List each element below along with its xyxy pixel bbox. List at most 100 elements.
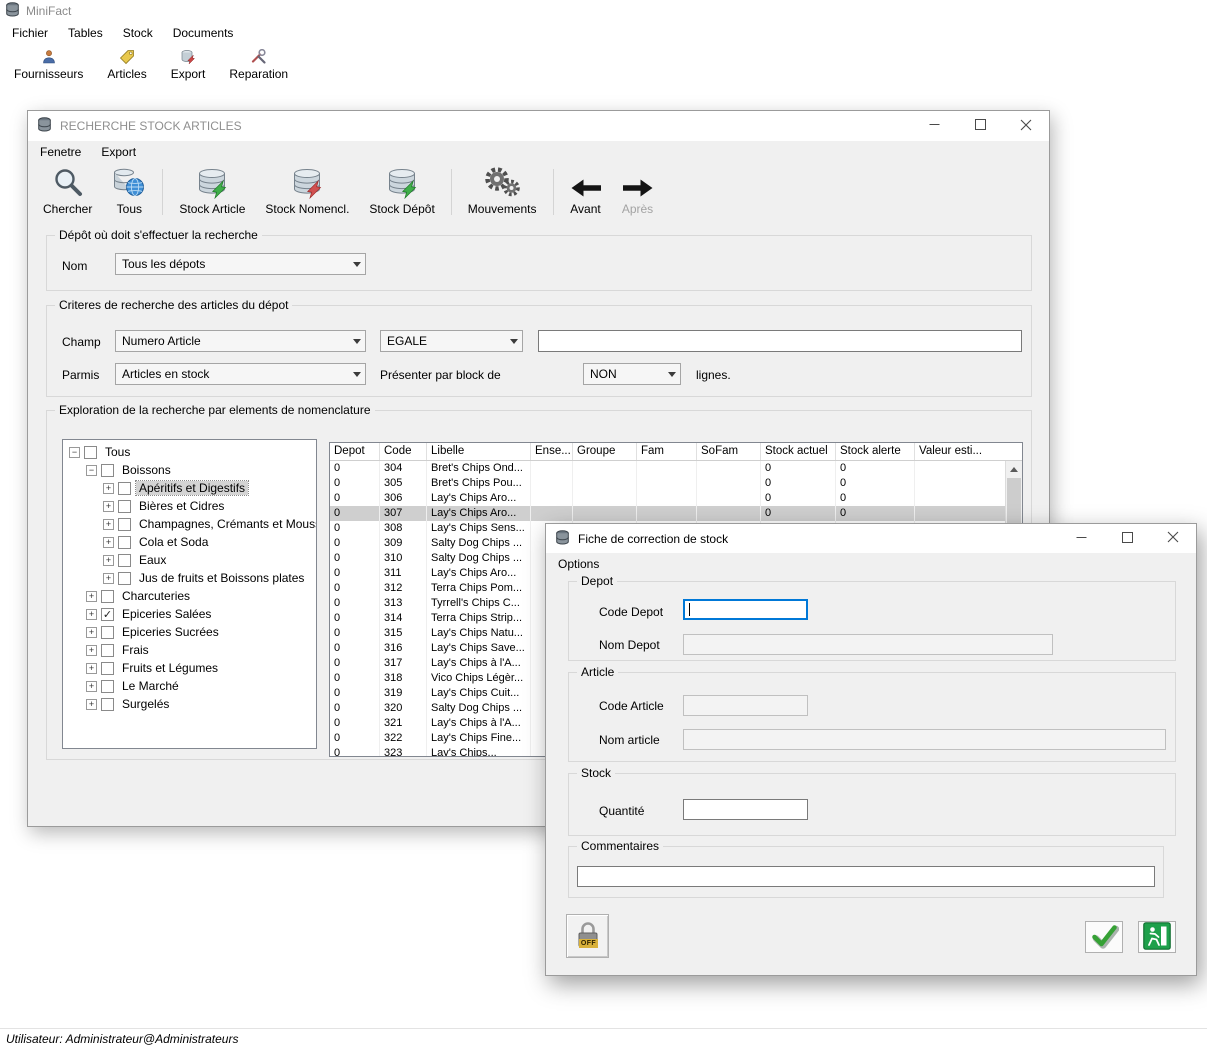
tree-item-eaux[interactable]: + Eaux	[63, 551, 316, 569]
expand-icon[interactable]: +	[86, 681, 97, 692]
column-header-valeur-esti[interactable]: Valeur esti...	[915, 443, 1005, 460]
search-menu-export[interactable]: Export	[91, 143, 146, 161]
toolbar-stock-nomencl[interactable]: Stock Nomencl.	[256, 165, 358, 219]
menu-fichier[interactable]: Fichier	[2, 24, 58, 42]
column-header-code[interactable]: Code	[380, 443, 427, 460]
scrollbar-thumb[interactable]	[1007, 478, 1021, 526]
comments-input[interactable]	[577, 866, 1155, 887]
tree-checkbox[interactable]	[101, 662, 114, 675]
code-depot-input[interactable]	[683, 599, 808, 620]
tree-item-champagnes-cremants-et-mouss[interactable]: + Champagnes, Crémants et Mouss...	[63, 515, 316, 533]
tree-item-boissons[interactable]: − Boissons	[63, 461, 316, 479]
toolbar-articles[interactable]: Articles	[97, 45, 156, 83]
search-value-input[interactable]	[538, 330, 1022, 352]
tree-item-charcuteries[interactable]: + Charcuteries	[63, 587, 316, 605]
column-header-stock-alerte[interactable]: Stock alerte	[836, 443, 915, 460]
tree-item-aperitifs-et-digestifs[interactable]: + Apéritifs et Digestifs	[63, 479, 316, 497]
toolbar-tous[interactable]: Tous	[103, 165, 155, 219]
collapse-icon[interactable]: −	[86, 465, 97, 476]
tree-checkbox[interactable]	[118, 554, 131, 567]
toolbar-stock-article[interactable]: Stock Article	[170, 165, 254, 219]
dialog-maximize-button[interactable]	[1104, 524, 1150, 553]
tree-checkbox[interactable]	[101, 464, 114, 477]
expand-icon[interactable]: +	[103, 555, 114, 566]
tree-item-cola-et-soda[interactable]: + Cola et Soda	[63, 533, 316, 551]
search-window-titlebar[interactable]: RECHERCHE STOCK ARTICLES	[28, 111, 1049, 141]
toolbar-export[interactable]: Export	[161, 45, 216, 83]
expand-icon[interactable]: +	[103, 519, 114, 530]
column-header-depot[interactable]: Depot	[330, 443, 380, 460]
dialog-titlebar[interactable]: Fiche de correction de stock	[546, 524, 1196, 553]
expand-icon[interactable]: +	[86, 627, 97, 638]
toolbar-stock-depot[interactable]: Stock Dépôt	[360, 165, 443, 219]
close-button[interactable]	[1003, 111, 1049, 141]
champ-select[interactable]: Numero Article	[115, 330, 366, 352]
tree-item-epiceries-salees[interactable]: + ✓ Epiceries Salées	[63, 605, 316, 623]
lock-toggle-button[interactable]: OFF	[566, 914, 609, 958]
expand-icon[interactable]: +	[103, 501, 114, 512]
expand-icon[interactable]: +	[103, 573, 114, 584]
minimize-button[interactable]	[911, 111, 957, 141]
tree-item-fruits-et-legumes[interactable]: + Fruits et Légumes	[63, 659, 316, 677]
column-header-libelle[interactable]: Libelle	[427, 443, 531, 460]
expand-icon[interactable]: +	[86, 663, 97, 674]
menu-stock[interactable]: Stock	[113, 24, 163, 42]
table-row[interactable]: 0307Lay's Chips Aro...00	[330, 506, 1005, 521]
quantity-input[interactable]	[683, 799, 808, 820]
tree-checkbox[interactable]	[118, 500, 131, 513]
parmis-select[interactable]: Articles en stock	[115, 363, 366, 385]
tree-checkbox[interactable]	[101, 680, 114, 693]
toolbar-chercher[interactable]: Chercher	[34, 165, 101, 219]
column-header-ense[interactable]: Ense...	[531, 443, 573, 460]
tree-checkbox[interactable]	[118, 536, 131, 549]
tree-item-jus-de-fruits-et-boissons-plates[interactable]: + Jus de fruits et Boissons plates	[63, 569, 316, 587]
column-header-fam[interactable]: Fam	[637, 443, 697, 460]
tree-checkbox[interactable]	[118, 482, 131, 495]
table-row[interactable]: 0304Bret's Chips Ond...00	[330, 461, 1005, 476]
operator-select[interactable]: EGALE	[380, 330, 523, 352]
exit-button[interactable]	[1138, 921, 1176, 953]
tree-item-tous[interactable]: − Tous	[63, 443, 316, 461]
menu-tables[interactable]: Tables	[58, 24, 113, 42]
tree-item-surgeles[interactable]: + Surgelés	[63, 695, 316, 713]
expand-icon[interactable]: +	[86, 645, 97, 656]
tree-item-epiceries-sucrees[interactable]: + Epiceries Sucrées	[63, 623, 316, 641]
column-header-stock-actuel[interactable]: Stock actuel	[761, 443, 836, 460]
toolbar-fournisseurs[interactable]: Fournisseurs	[4, 45, 93, 83]
collapse-icon[interactable]: −	[69, 447, 80, 458]
dialog-minimize-button[interactable]	[1058, 524, 1104, 553]
search-menu-fenetre[interactable]: Fenetre	[30, 143, 91, 161]
dialog-menu-options[interactable]: Options	[548, 555, 609, 573]
tree-checkbox[interactable]	[84, 446, 97, 459]
expand-icon[interactable]: +	[103, 537, 114, 548]
tree-checkbox[interactable]	[101, 644, 114, 657]
expand-icon[interactable]: +	[86, 699, 97, 710]
expand-icon[interactable]: +	[86, 609, 97, 620]
toolbar-apres[interactable]: Après	[613, 165, 663, 219]
tree-checkbox[interactable]	[118, 572, 131, 585]
expand-icon[interactable]: +	[103, 483, 114, 494]
menu-documents[interactable]: Documents	[163, 24, 244, 42]
scroll-up-icon[interactable]	[1006, 461, 1022, 477]
table-row[interactable]: 0306Lay's Chips Aro...00	[330, 491, 1005, 506]
tree-checkbox[interactable]	[101, 626, 114, 639]
maximize-button[interactable]	[957, 111, 1003, 141]
depot-select[interactable]: Tous les dépots	[115, 253, 366, 275]
tree-item-frais[interactable]: + Frais	[63, 641, 316, 659]
toolbar-reparation[interactable]: Reparation	[219, 45, 298, 83]
tree-checkbox[interactable]: ✓	[101, 608, 114, 621]
toolbar-mouvements[interactable]: Mouvements	[459, 165, 546, 219]
tree-checkbox[interactable]	[101, 698, 114, 711]
tree-item-bieres-et-cidres[interactable]: + Bières et Cidres	[63, 497, 316, 515]
tree-checkbox[interactable]	[118, 518, 131, 531]
expand-icon[interactable]: +	[86, 591, 97, 602]
dialog-close-button[interactable]	[1150, 524, 1196, 553]
validate-button[interactable]	[1085, 921, 1123, 953]
toolbar-avant[interactable]: Avant	[561, 165, 611, 219]
block-select[interactable]: NON	[583, 363, 681, 385]
tree-item-le-marche[interactable]: + Le Marché	[63, 677, 316, 695]
table-row[interactable]: 0305Bret's Chips Pou...00	[330, 476, 1005, 491]
column-header-sofam[interactable]: SoFam	[697, 443, 761, 460]
column-header-groupe[interactable]: Groupe	[573, 443, 637, 460]
tree-checkbox[interactable]	[101, 590, 114, 603]
